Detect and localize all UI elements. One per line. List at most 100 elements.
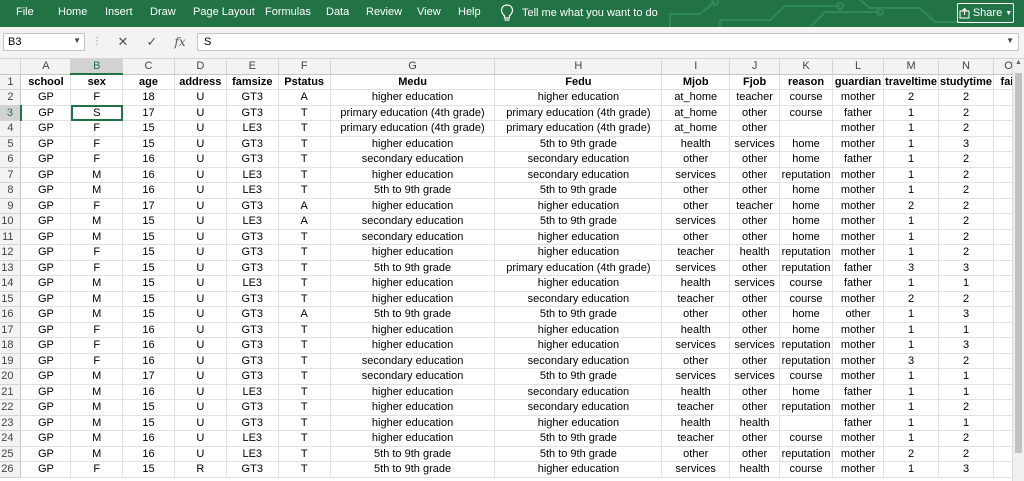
row-header-21[interactable]: 21 (0, 384, 22, 400)
row-header-23[interactable]: 23 (0, 415, 22, 431)
cell-b14[interactable]: M (70, 275, 124, 292)
cell-d5[interactable]: U (174, 136, 227, 152)
cell-e17[interactable]: GT3 (226, 322, 279, 338)
cell-c10[interactable]: 15 (122, 213, 175, 230)
cell-b26[interactable]: F (70, 461, 124, 478)
cell-j1[interactable]: Fjob (729, 74, 781, 90)
cell-l17[interactable]: mother (832, 322, 885, 338)
cell-f12[interactable]: T (278, 244, 331, 261)
cell-k8[interactable]: home (779, 182, 834, 199)
cell-m7[interactable]: 1 (883, 167, 940, 183)
select-all-corner[interactable] (0, 59, 22, 75)
column-header-g[interactable]: G (330, 59, 496, 75)
cell-g4[interactable]: primary education (4th grade) (330, 120, 496, 137)
row-header-7[interactable]: 7 (0, 167, 22, 183)
share-button[interactable]: Share ▼ (957, 3, 1014, 23)
cell-n23[interactable]: 1 (938, 415, 994, 431)
cell-i15[interactable]: teacher (661, 291, 731, 307)
cell-h11[interactable]: higher education (494, 229, 663, 245)
menu-insert[interactable]: Insert (105, 6, 133, 18)
cell-a25[interactable]: GP (20, 446, 72, 462)
column-header-n[interactable]: N (938, 59, 994, 75)
cell-l14[interactable]: father (832, 275, 885, 292)
cell-k20[interactable]: course (779, 368, 834, 385)
cell-n21[interactable]: 1 (938, 384, 994, 400)
cell-g10[interactable]: secondary education (330, 213, 496, 230)
cell-l12[interactable]: mother (832, 244, 885, 261)
cell-n9[interactable]: 2 (938, 198, 994, 214)
cell-c16[interactable]: 15 (122, 306, 175, 323)
cell-j25[interactable]: other (729, 446, 781, 462)
cell-b4[interactable]: F (70, 120, 124, 137)
cell-k5[interactable]: home (779, 136, 834, 152)
cell-m13[interactable]: 3 (883, 260, 940, 276)
cell-h18[interactable]: higher education (494, 337, 663, 354)
column-header-i[interactable]: I (661, 59, 731, 75)
cell-g25[interactable]: 5th to 9th grade (330, 446, 496, 462)
cell-i22[interactable]: teacher (661, 399, 731, 416)
cell-m23[interactable]: 1 (883, 415, 940, 431)
cell-b7[interactable]: M (70, 167, 124, 183)
cell-f16[interactable]: A (278, 306, 331, 323)
cell-j13[interactable]: other (729, 260, 781, 276)
cell-e19[interactable]: GT3 (226, 353, 279, 369)
cell-l11[interactable]: mother (832, 229, 885, 245)
cell-f4[interactable]: T (278, 120, 331, 137)
cell-j24[interactable]: other (729, 430, 781, 447)
cell-d24[interactable]: U (174, 430, 227, 447)
row-header-19[interactable]: 19 (0, 353, 22, 369)
expand-formula-icon[interactable]: ▼ (1006, 36, 1014, 45)
cell-a20[interactable]: GP (20, 368, 72, 385)
cell-g5[interactable]: higher education (330, 136, 496, 152)
cell-c15[interactable]: 15 (122, 291, 175, 307)
cell-e21[interactable]: LE3 (226, 384, 279, 400)
cell-k11[interactable]: home (779, 229, 834, 245)
cell-j17[interactable]: other (729, 322, 781, 338)
cell-m6[interactable]: 1 (883, 151, 940, 168)
cell-d6[interactable]: U (174, 151, 227, 168)
cell-k18[interactable]: reputation (779, 337, 834, 354)
cell-b8[interactable]: M (70, 182, 124, 199)
cell-d21[interactable]: U (174, 384, 227, 400)
cell-h9[interactable]: higher education (494, 198, 663, 214)
cell-n3[interactable]: 2 (938, 105, 994, 121)
cell-d14[interactable]: U (174, 275, 227, 292)
cell-i4[interactable]: at_home (661, 120, 731, 137)
cell-h6[interactable]: secondary education (494, 151, 663, 168)
cell-i3[interactable]: at_home (661, 105, 731, 121)
cell-c22[interactable]: 15 (122, 399, 175, 416)
cell-b3[interactable]: S (70, 105, 124, 121)
cell-c2[interactable]: 18 (122, 89, 175, 106)
cell-c11[interactable]: 15 (122, 229, 175, 245)
cell-l6[interactable]: father (832, 151, 885, 168)
cell-c12[interactable]: 15 (122, 244, 175, 261)
cell-e24[interactable]: LE3 (226, 430, 279, 447)
cell-n6[interactable]: 2 (938, 151, 994, 168)
row-header-26[interactable]: 26 (0, 461, 22, 478)
row-header-17[interactable]: 17 (0, 322, 22, 338)
cell-j15[interactable]: other (729, 291, 781, 307)
cell-b5[interactable]: F (70, 136, 124, 152)
cell-g24[interactable]: higher education (330, 430, 496, 447)
cell-e2[interactable]: GT3 (226, 89, 279, 106)
cell-c3[interactable]: 17 (122, 105, 175, 121)
cell-i9[interactable]: other (661, 198, 731, 214)
cell-k12[interactable]: reputation (779, 244, 834, 261)
cell-i1[interactable]: Mjob (661, 74, 731, 90)
cell-k2[interactable]: course (779, 89, 834, 106)
cell-e18[interactable]: GT3 (226, 337, 279, 354)
row-header-2[interactable]: 2 (0, 89, 22, 106)
cell-k9[interactable]: home (779, 198, 834, 214)
cell-l21[interactable]: father (832, 384, 885, 400)
cell-b21[interactable]: M (70, 384, 124, 400)
column-header-c[interactable]: C (122, 59, 175, 75)
cell-f15[interactable]: T (278, 291, 331, 307)
cell-j21[interactable]: other (729, 384, 781, 400)
cell-f20[interactable]: T (278, 368, 331, 385)
cell-f18[interactable]: T (278, 337, 331, 354)
cell-b10[interactable]: M (70, 213, 124, 230)
cell-n20[interactable]: 1 (938, 368, 994, 385)
cell-f24[interactable]: T (278, 430, 331, 447)
cell-l3[interactable]: father (832, 105, 885, 121)
cell-m19[interactable]: 3 (883, 353, 940, 369)
